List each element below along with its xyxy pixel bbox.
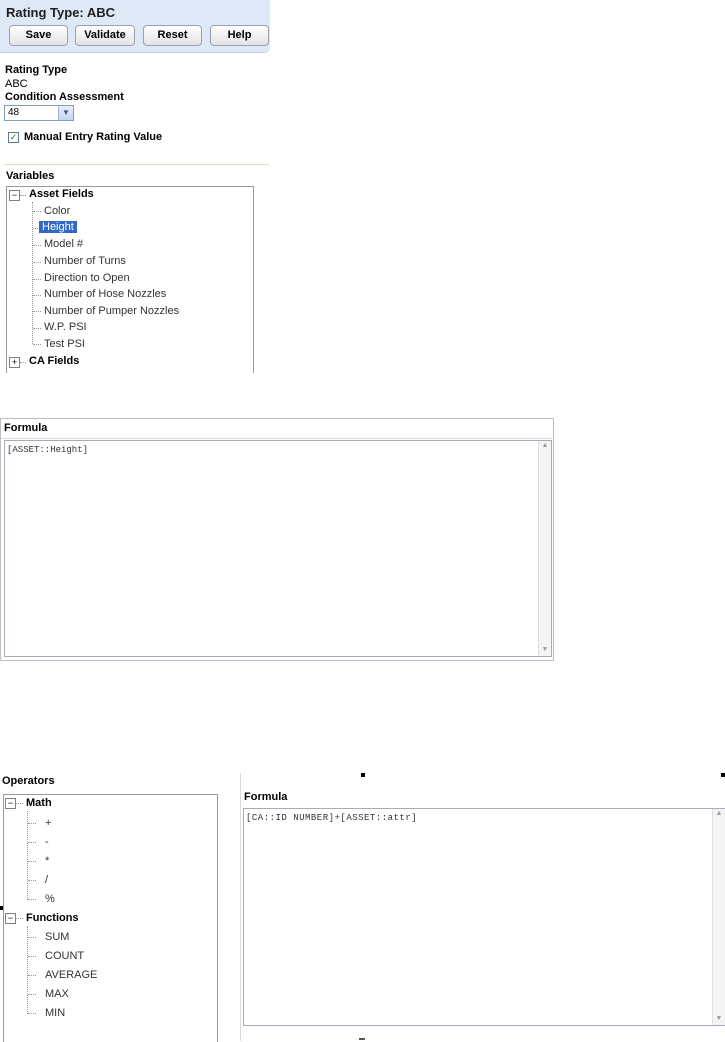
reset-button[interactable]: Reset: [143, 25, 202, 46]
help-button[interactable]: Help: [210, 25, 269, 46]
tree-connector: [28, 975, 36, 976]
formula-text: [ASSET::Height]: [7, 445, 89, 455]
formula-2-textarea[interactable]: [CA::ID NUMBER]+[ASSET::attr] ▲ ▼: [243, 808, 725, 1026]
operators-title: Operators: [2, 775, 55, 787]
operator-multiply[interactable]: *: [45, 855, 49, 867]
tree-connector: [33, 262, 41, 263]
tree-node-math[interactable]: Math: [26, 797, 52, 809]
tree-connector: [28, 956, 36, 957]
tree-connector: [16, 803, 23, 804]
scroll-down-icon[interactable]: ▼: [713, 1014, 725, 1025]
tree-item-color[interactable]: Color: [44, 205, 70, 217]
tree-node-ca-fields[interactable]: CA Fields: [29, 355, 79, 367]
tree-connector: [33, 211, 41, 212]
collapse-icon[interactable]: −: [5, 798, 16, 809]
operator-modulo[interactable]: %: [45, 893, 55, 905]
tree-connector: [27, 811, 28, 900]
tree-item-direction-to-open[interactable]: Direction to Open: [44, 272, 130, 284]
save-button[interactable]: Save: [9, 25, 68, 46]
tree-connector: [28, 937, 36, 938]
scroll-up-icon[interactable]: ▲: [713, 809, 725, 820]
resize-handle[interactable]: [721, 773, 725, 777]
validate-button[interactable]: Validate: [75, 25, 135, 46]
tree-connector: [33, 344, 41, 345]
page-title: Rating Type: ABC: [6, 5, 116, 20]
collapse-icon[interactable]: −: [9, 190, 20, 201]
tree-connector: [16, 918, 23, 919]
condition-assessment-select[interactable]: 48 ▼: [4, 105, 74, 121]
function-average[interactable]: AVERAGE: [45, 969, 97, 981]
tree-connector: [20, 362, 26, 363]
rating-type-label: Rating Type: [5, 64, 68, 76]
formula-textarea[interactable]: [ASSET::Height] ▲ ▼: [4, 440, 552, 657]
scroll-up-icon[interactable]: ▲: [539, 441, 551, 452]
resize-handle[interactable]: [361, 773, 365, 777]
manual-entry-label: Manual Entry Rating Value: [24, 131, 163, 143]
tree-connector: [32, 202, 33, 344]
tree-connector: [33, 295, 41, 296]
condition-assessment-value: 48: [8, 107, 20, 118]
tree-connector: [28, 861, 36, 862]
tree-item-model[interactable]: Model #: [44, 238, 83, 250]
operator-divide[interactable]: /: [45, 874, 48, 886]
scroll-down-icon[interactable]: ▼: [539, 645, 551, 656]
tree-connector: [33, 328, 41, 329]
tree-connector: [33, 228, 38, 229]
formula-2-title: Formula: [244, 791, 288, 803]
checkmark-icon: ✓: [9, 132, 18, 142]
tree-item-height[interactable]: Height: [39, 221, 77, 233]
tree-connector: [28, 994, 36, 995]
function-min[interactable]: MIN: [45, 1007, 65, 1019]
variables-title: Variables: [6, 170, 55, 182]
tree-connector: [33, 311, 41, 312]
tree-connector: [28, 1013, 36, 1014]
tree-connector: [20, 195, 26, 196]
tree-item-number-of-turns[interactable]: Number of Turns: [44, 255, 126, 267]
tree-connector: [33, 279, 41, 280]
tree-item-pumper-nozzles[interactable]: Number of Pumper Nozzles: [44, 305, 179, 317]
collapse-icon[interactable]: −: [5, 913, 16, 924]
tree-connector: [33, 245, 41, 246]
tree-item-test-psi[interactable]: Test PSI: [44, 338, 85, 350]
operator-minus[interactable]: -: [45, 836, 49, 848]
condition-assessment-label: Condition Assessment: [5, 91, 124, 103]
section-divider: [4, 164, 269, 165]
resize-handle[interactable]: [359, 1038, 365, 1040]
chevron-down-icon[interactable]: ▼: [58, 106, 73, 120]
expand-icon[interactable]: +: [9, 357, 20, 368]
formula-2-text: [CA::ID NUMBER]+[ASSET::attr]: [246, 813, 418, 823]
function-count[interactable]: COUNT: [45, 950, 84, 962]
tree-node-functions[interactable]: Functions: [26, 912, 79, 924]
function-max[interactable]: MAX: [45, 988, 69, 1000]
formula-panel-header: [1, 419, 552, 439]
panel-divider[interactable]: [240, 773, 241, 1041]
tree-connector: [28, 842, 36, 843]
tree-connector: [28, 823, 36, 824]
formula-2-scrollbar[interactable]: ▲ ▼: [712, 809, 725, 1025]
tree-node-asset-fields[interactable]: Asset Fields: [29, 188, 94, 200]
manual-entry-checkbox[interactable]: ✓: [8, 132, 19, 143]
function-sum[interactable]: SUM: [45, 931, 69, 943]
tree-connector: [27, 926, 28, 1014]
rating-type-value: ABC: [5, 78, 28, 90]
tree-connector: [28, 899, 36, 900]
tree-connector: [28, 880, 36, 881]
operator-plus[interactable]: +: [45, 817, 51, 829]
formula-scrollbar[interactable]: ▲ ▼: [538, 441, 551, 656]
tree-item-hose-nozzles[interactable]: Number of Hose Nozzles: [44, 288, 166, 300]
formula-title: Formula: [4, 422, 48, 434]
tree-item-wp-psi[interactable]: W.P. PSI: [44, 321, 87, 333]
